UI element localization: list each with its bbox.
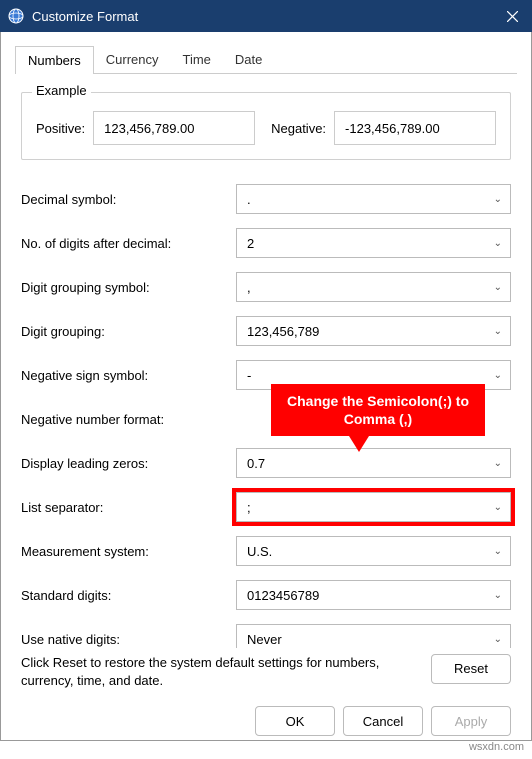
standard-digits-label: Standard digits: xyxy=(21,588,236,603)
reset-row: Click Reset to restore the system defaul… xyxy=(1,654,531,690)
leading-zeros-label: Display leading zeros: xyxy=(21,456,236,471)
grouping-symbol-label: Digit grouping symbol: xyxy=(21,280,236,295)
measurement-select[interactable]: U.S.⌄ xyxy=(236,536,511,566)
close-button[interactable] xyxy=(492,0,532,32)
digit-grouping-select[interactable]: 123,456,789⌄ xyxy=(236,316,511,346)
tab-panel-numbers: Example Positive: 123,456,789.00 Negativ… xyxy=(1,74,531,648)
apply-button[interactable]: Apply xyxy=(431,706,511,736)
titlebar: Customize Format xyxy=(0,0,532,32)
example-legend: Example xyxy=(32,83,91,98)
chevron-down-icon: ⌄ xyxy=(494,634,502,645)
ok-button[interactable]: OK xyxy=(255,706,335,736)
leading-zeros-select[interactable]: 0.7⌄ xyxy=(236,448,511,478)
reset-text: Click Reset to restore the system defaul… xyxy=(21,654,419,690)
close-icon xyxy=(507,11,518,22)
positive-value: 123,456,789.00 xyxy=(93,111,255,145)
tab-strip: Numbers Currency Time Date xyxy=(1,32,531,74)
tab-numbers[interactable]: Numbers xyxy=(15,46,94,74)
chevron-down-icon: ⌄ xyxy=(494,282,502,293)
dialog-buttons: OK Cancel Apply xyxy=(1,690,531,740)
chevron-down-icon: ⌄ xyxy=(494,502,502,513)
native-digits-select[interactable]: Never⌄ xyxy=(236,624,511,648)
list-separator-label: List separator: xyxy=(21,500,236,515)
decimal-symbol-select[interactable]: .⌄ xyxy=(236,184,511,214)
chevron-down-icon: ⌄ xyxy=(494,458,502,469)
chevron-down-icon: ⌄ xyxy=(494,194,502,205)
list-separator-select[interactable]: ;⌄ xyxy=(236,492,511,522)
negative-sign-label: Negative sign symbol: xyxy=(21,368,236,383)
measurement-label: Measurement system: xyxy=(21,544,236,559)
annotation-tail xyxy=(349,436,369,452)
negative-label: Negative: xyxy=(271,121,326,136)
globe-icon xyxy=(8,8,24,24)
positive-label: Positive: xyxy=(36,121,85,136)
native-digits-label: Use native digits: xyxy=(21,632,236,647)
decimal-symbol-label: Decimal symbol: xyxy=(21,192,236,207)
watermark: wsxdn.com xyxy=(469,741,524,757)
chevron-down-icon: ⌄ xyxy=(494,370,502,381)
grouping-symbol-select[interactable]: ,⌄ xyxy=(236,272,511,302)
cancel-button[interactable]: Cancel xyxy=(343,706,423,736)
annotation-callout: Change the Semicolon(;) to Comma (,) xyxy=(271,384,485,436)
window-title: Customize Format xyxy=(32,9,492,24)
digits-after-decimal-select[interactable]: 2⌄ xyxy=(236,228,511,258)
negative-value: -123,456,789.00 xyxy=(334,111,496,145)
chevron-down-icon: ⌄ xyxy=(494,590,502,601)
chevron-down-icon: ⌄ xyxy=(494,546,502,557)
tab-currency[interactable]: Currency xyxy=(94,46,171,74)
chevron-down-icon: ⌄ xyxy=(494,326,502,337)
reset-button[interactable]: Reset xyxy=(431,654,511,684)
negative-format-label: Negative number format: xyxy=(21,412,236,427)
example-group: Example Positive: 123,456,789.00 Negativ… xyxy=(21,92,511,160)
standard-digits-select[interactable]: 0123456789⌄ xyxy=(236,580,511,610)
tab-date[interactable]: Date xyxy=(223,46,274,74)
digits-after-decimal-label: No. of digits after decimal: xyxy=(21,236,236,251)
chevron-down-icon: ⌄ xyxy=(494,238,502,249)
tab-time[interactable]: Time xyxy=(171,46,223,74)
digit-grouping-label: Digit grouping: xyxy=(21,324,236,339)
